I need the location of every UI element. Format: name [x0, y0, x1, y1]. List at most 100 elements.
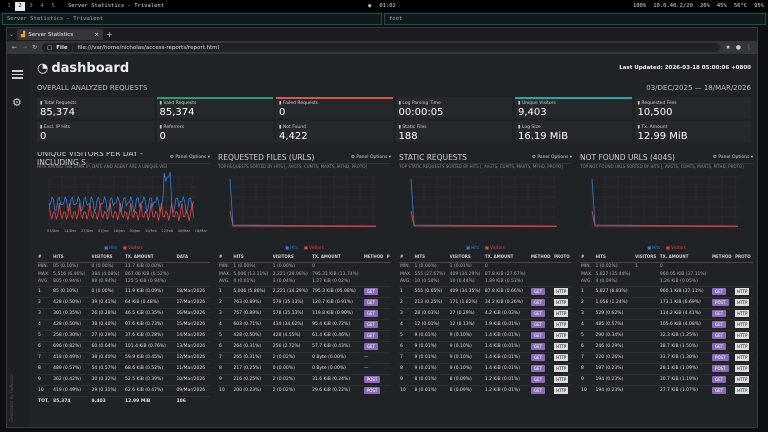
table-row[interactable]: 8 217 (0.25%) 0 (0.00%) 0 Byte (0.00%) — [218, 363, 391, 374]
workspace-4[interactable]: 4 [37, 2, 47, 11]
forward-icon[interactable]: → [22, 44, 27, 51]
column-header[interactable]: # [218, 252, 233, 263]
panel-options-button[interactable]: ⚙ Panel Options ▾ [713, 155, 753, 160]
table-row[interactable]: 9 8 (0.01%) 8 (0.09%) 1.2 KiB (0.01%) GET HTT… [399, 374, 572, 385]
cell-hits: 9 (0.01%) [414, 333, 437, 338]
chart-legend: ■ Hits ■ Visitors [580, 243, 753, 252]
table-row[interactable]: 6 9 (0.01%) 9 (0.10%) 1.4 KiB (0.01%) GET HTT… [399, 341, 572, 352]
table-row[interactable]: 8 9 (0.01%) 9 (0.10%) 1.4 KiB (0.01%) GET HTT… [399, 363, 572, 374]
table-row[interactable]: 5 290 (0.34%) 32.3 KiB (1.25%) GET HTTP [580, 330, 753, 341]
hamburger-icon[interactable] [12, 70, 23, 79]
method-badge: GET [530, 320, 546, 328]
table-row[interactable]: 7 418 (0.49%) 38 (0.40%) 59.9 KiB (0.45%) 12… [37, 352, 210, 363]
close-icon[interactable]: × [94, 32, 99, 38]
table-row[interactable]: 8 197 (0.23%) 28.1 KiB (1.09%) POST HTTP [580, 363, 753, 374]
column-header[interactable]: DATA [175, 252, 210, 263]
address-bar[interactable]: ▢ File | file:///var/home/nicholas/acces… [42, 43, 721, 52]
table-row[interactable]: 3 301 (0.35%) 26 (0.28%) 46.5 KiB (0.35%) 16… [37, 308, 210, 319]
table-row[interactable]: 4 428 (0.50%) 38 (0.40%) 97.6 KiB (0.73%) 15… [37, 319, 210, 330]
table-row[interactable]: 1 85 (0.10%) 0 (0.00%) 11.9 KiB (0.09%) 18/M… [37, 286, 210, 297]
gear-icon[interactable]: ⚙ [12, 96, 22, 109]
cell: MAX. [219, 271, 231, 277]
cell-proto: HTTP [553, 308, 572, 319]
panel-options-button[interactable]: ⚙ Panel Options ▾ [532, 155, 572, 160]
table-row[interactable]: 4 485 (0.57%) 105.6 KiB (4.08%) GET HTTP [580, 319, 753, 330]
column-header[interactable]: TX. AMOUNT [311, 252, 363, 263]
terminal-window[interactable]: Server Statistics - Trivalent [2, 13, 382, 25]
column-header[interactable]: # [37, 252, 53, 263]
column-header[interactable]: HITS [413, 252, 449, 263]
cell-rank: 7 [219, 355, 222, 360]
column-header[interactable]: # [580, 252, 595, 263]
tab-server-statistics[interactable]: ▟ Server Statistics × [17, 29, 104, 40]
table-row[interactable]: 9 216 (0.25%) 2 (0.02%) 31.6 KiB (0.24%) POS… [218, 374, 391, 385]
table-row[interactable]: 10 419 (0.49%) 29 (0.31%) 62.6 KiB (0.47%) 0… [37, 385, 210, 396]
table-row[interactable]: 8 489 (0.57%) 54 (0.57%) 68.6 KiB (0.52%) 11… [37, 363, 210, 374]
table-row[interactable]: 4 603 (0.71%) 434 (34.62%) 95.4 KiB (0.72%)… [218, 319, 391, 330]
table-row[interactable]: 2 763 (0.89%) 578 (35.13%) 120.7 KiB (0.91%… [218, 297, 391, 308]
table-row[interactable]: 10 200 (0.23%) 2 (0.02%) 29.6 KiB (0.22%) PO… [218, 385, 391, 396]
table-row[interactable]: 7 220 (0.26%) 33.7 KiB (1.30%) POST HTTP [580, 352, 753, 363]
table-row[interactable]: 10 8 (0.01%) 8 (0.09%) 1.2 KiB (0.01%) GET HT… [399, 385, 572, 396]
table-row[interactable]: 9 194 (0.23%) 30.7 KiB (1.19%) GET HTTP [580, 374, 753, 385]
table-row[interactable]: 1 5,006 (5.86%) 2,221 (34.29%) 795.3 KiB (0… [218, 286, 391, 297]
table-row[interactable]: 10 194 (0.23%) 27.7 KiB (1.07%) GET HTTP [580, 385, 753, 396]
table-row[interactable]: 4 12 (0.01%) 12 (0.13%) 1.9 KiB (0.01%) GET H… [399, 319, 572, 330]
table-row[interactable]: 5 9 (0.01%) 9 (0.10%) 1.4 KiB (0.01%) GET HTT… [399, 330, 572, 341]
column-header[interactable]: METHOD [711, 252, 735, 263]
panel-options-button[interactable]: ⚙ Panel Options ▾ [170, 155, 210, 160]
table-row[interactable]: 2 428 (0.50%) 39 (0.41%) 64 KiB (0.48%) 17/M… [37, 297, 210, 308]
column-header[interactable]: METHOD [529, 252, 554, 263]
cell-hits: 428 (0.50%) [53, 322, 81, 327]
legend-hits: ■ Hits [285, 245, 299, 250]
table-row[interactable]: 3 529 (0.62%) 114.2 KiB (4.41%) GET HTTP [580, 308, 753, 319]
table-row[interactable]: 7 9 (0.01%) 9 (0.10%) 1.4 KiB (0.01%) GET HTT… [399, 352, 572, 363]
table-row[interactable]: 3 757 (0.89%) 578 (35.13%) 119.8 KiB (0.90%… [218, 308, 391, 319]
table-row[interactable]: 2 1,056 (1.24%) 173.1 KiB (6.69%) POST HTTP [580, 297, 753, 308]
table-row[interactable]: 5 258 (0.30%) 27 (0.29%) 37.6 KiB (0.28%) 14… [37, 330, 210, 341]
new-tab-icon[interactable]: + [106, 30, 113, 39]
table-row[interactable]: 7 265 (0.31%) 2 (0.02%) 0 Byte (0.00%) — [218, 352, 391, 363]
column-header[interactable]: VISITORS [90, 252, 125, 263]
table-row[interactable]: 6 696 (0.82%) 60 (0.64%) 101.4 KiB (0.76%) 1… [37, 341, 210, 352]
column-header[interactable]: TX. AMOUNT [658, 252, 712, 263]
summary-row: MIN. 1 (0.00%) 1 (0.01%) 0 [399, 262, 572, 270]
workspace-5[interactable]: 5 [48, 2, 58, 11]
column-header[interactable]: P [385, 252, 391, 263]
panel-options-button[interactable]: ⚙ Panel Options ▾ [351, 155, 391, 160]
cell-method: GET [363, 319, 386, 330]
table-row[interactable]: 1 5,827 (6.83%) 960.1 KiB (37.11%) GET HTTP [580, 286, 753, 297]
table-row[interactable]: 2 213 (0.25%) 171 (1.82%) 34.2 KiB (0.26%) G… [399, 297, 572, 308]
bookmark-star-icon[interactable]: ★ [725, 44, 730, 51]
workspace-switcher[interactable]: 12345 [4, 1, 58, 11]
stat-card: ▮ Excl. IP Hits 0 [37, 121, 154, 142]
column-header[interactable]: PROTO [734, 252, 753, 263]
workspace-3[interactable]: 3 [26, 2, 36, 11]
column-header[interactable]: HITS [594, 252, 635, 263]
column-header[interactable]: VISITORS [271, 252, 312, 263]
panel-chart: 03/Dec 14/Dec 27/Dec 07/Jan 18/Jan 30/Jan 10/F… [37, 171, 210, 243]
table-row[interactable]: 9 362 (0.42%) 30 (0.32%) 52.5 KiB (0.39%) 10… [37, 374, 210, 385]
back-icon[interactable]: ← [12, 44, 17, 51]
column-header[interactable]: TX. AMOUNT [124, 252, 176, 263]
workspace-2[interactable]: 2 [15, 1, 25, 11]
column-header[interactable]: HITS [52, 252, 91, 263]
terminal-window-foot[interactable]: foot [384, 13, 766, 25]
table-row[interactable]: 5 428 (0.50%) 428 (4.55%) 61.4 KiB (0.46%) G… [218, 330, 391, 341]
table-row[interactable]: 3 28 (0.03%) 27 (0.29%) 4.2 KiB (0.03%) GET H… [399, 308, 572, 319]
workspace-1[interactable]: 1 [4, 2, 14, 11]
column-header[interactable]: VISITORS [448, 252, 484, 263]
tab-list-icon[interactable]: ⌄ [9, 31, 14, 38]
table-row[interactable]: 1 555 (0.65%) 409 (34.35%) 87.8 KiB (0.66%)… [399, 286, 572, 297]
column-header[interactable]: PROTO [553, 252, 572, 263]
column-header[interactable]: VISITORS [634, 252, 659, 263]
column-header[interactable]: TX. AMOUNT [483, 252, 530, 263]
column-header[interactable]: # [399, 252, 414, 263]
column-header[interactable]: METHOD [362, 252, 386, 263]
menu-icon[interactable]: ⋮ [746, 44, 752, 51]
column-header[interactable]: HITS [232, 252, 272, 263]
table-row[interactable]: 6 264 (0.31%) 256 (2.72%) 57.7 KiB (0.43%) G… [218, 341, 391, 352]
reload-icon[interactable]: ↻ [32, 44, 37, 51]
table-row[interactable]: 6 246 (0.29%) 38.7 KiB (1.50%) GET HTTP [580, 341, 753, 352]
profile-icon[interactable]: ● [736, 44, 741, 51]
